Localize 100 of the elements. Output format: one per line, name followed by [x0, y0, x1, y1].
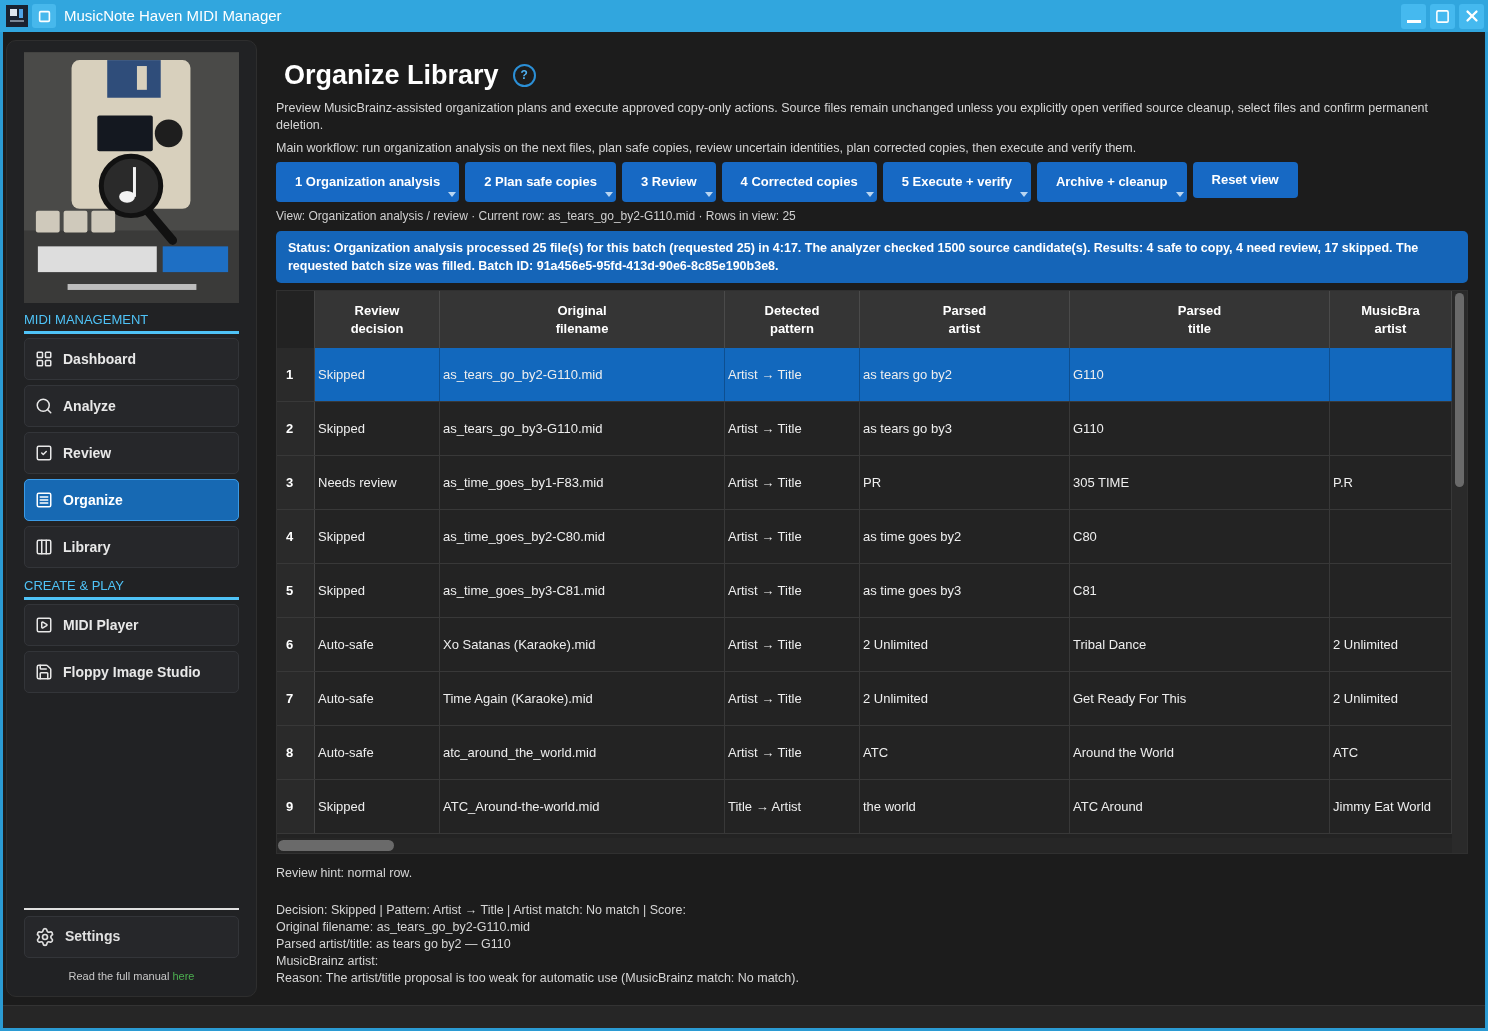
- table-cell: ATC_Around-the-world.mid: [440, 780, 725, 833]
- floppy-icon: [35, 663, 53, 681]
- table-cell: G110: [1070, 348, 1330, 401]
- table-cell: Artist → Title: [725, 564, 860, 617]
- help-icon[interactable]: ?: [512, 63, 536, 87]
- table-cell: Needs review: [315, 456, 440, 509]
- vertical-scrollbar[interactable]: [1452, 291, 1467, 853]
- table-cell: Tribal Dance: [1070, 618, 1330, 671]
- checkbox-icon: [35, 444, 53, 462]
- table-cell: as_tears_go_by2-G110.mid: [440, 348, 725, 401]
- maximize-icon: [1435, 8, 1450, 24]
- table-cell: Artist → Title: [725, 456, 860, 509]
- table-cell: Auto-safe: [315, 618, 440, 671]
- detail-line: Reason: The artist/title proposal is too weak for automatic use (MusicBrainz match: No match).: [276, 969, 800, 987]
- row-number: 5: [277, 564, 315, 617]
- table-cell: Get Ready For This: [1070, 672, 1330, 725]
- nav-item[interactable]: Analyze: [24, 385, 239, 427]
- menu-button[interactable]: 2 Plan safe copies: [465, 162, 616, 202]
- grid-icon: [35, 350, 53, 368]
- row-number: 6: [277, 618, 315, 671]
- caret-icon: [1019, 192, 1028, 197]
- nav-item[interactable]: Organize: [24, 479, 239, 521]
- status-banner: Status: Organization analysis processed 25 file(s) for this batch (requested 25) in 4:17. The analyzer checked 1500 source candidate(s). Results: 4 safe to copy, 4 need review, 17 skipped. The requested batch size was filled. Batch ID: 91a456e5-95fd-413d-90e6-8c85e190b3e8.: [276, 231, 1468, 283]
- table-cell: Artist → Title: [725, 672, 860, 725]
- table-cell: Time Again (Karaoke).mid: [440, 672, 725, 725]
- nav-item[interactable]: MIDI Player: [24, 604, 239, 646]
- nav-item[interactable]: Dashboard: [24, 338, 239, 380]
- nav-item[interactable]: Library: [24, 526, 239, 568]
- table-cell: Around the World: [1070, 726, 1330, 779]
- table-cell: Skipped: [315, 348, 440, 401]
- menu-button[interactable]: 1 Organization analysis: [276, 162, 460, 202]
- table-cell: as_time_goes_by2-C80.mid: [440, 510, 725, 563]
- maximize-button[interactable]: [1430, 3, 1455, 29]
- window-icon[interactable]: [32, 4, 56, 28]
- detail-line: MusicBrainz artist:: [276, 952, 380, 970]
- table-cell: as time goes by3: [860, 564, 1070, 617]
- columns-icon: [35, 538, 53, 556]
- section-heading: CREATE & PLAY: [24, 578, 125, 594]
- detail-line: Original filename: as_tears_go_by2-G110.mid: [276, 918, 532, 936]
- nav-item[interactable]: Floppy Image Studio: [24, 651, 239, 693]
- table-cell: Skipped: [315, 780, 440, 833]
- scrollbar-thumb[interactable]: [278, 840, 394, 851]
- table-cell: as tears go by3: [860, 402, 1070, 455]
- menu-button[interactable]: 4 Corrected copies: [721, 162, 877, 202]
- close-button[interactable]: [1459, 3, 1484, 29]
- table-cell: the world: [860, 780, 1070, 833]
- description-text: Preview MusicBrainz-assisted organization plans and execute approved copy-only actions. Source files remain unchanged unless you explicitly open verified source cleanup, select files and confirm permanent deletion.: [276, 100, 1429, 134]
- detail-line: Decision: Skipped | Pattern: Artist → Title | Artist match: No match | Score:: [276, 901, 687, 919]
- settings-button[interactable]: Settings: [24, 915, 239, 958]
- table-cell: C80: [1070, 510, 1330, 563]
- search-icon: [35, 397, 53, 415]
- view-info: View: Organization analysis / review · Current row: as_tears_go_by2-G110.mid · Rows in view: 25: [276, 208, 797, 225]
- table-row[interactable]: 2 Skipped as_tears_go_by3-G110.mid Artist → Title as tears go by3 G110: [277, 402, 1452, 456]
- table-cell: Artist → Title: [725, 726, 860, 779]
- minimize-button[interactable]: [1401, 3, 1426, 29]
- caret-icon: [704, 192, 713, 197]
- table-cell: Auto-safe: [315, 726, 440, 779]
- manual-link[interactable]: here: [172, 969, 195, 982]
- section-heading: MIDI MANAGEMENT: [24, 312, 150, 328]
- table-row[interactable]: 4 Skipped as_time_goes_by2-C80.mid Artist → Title as time goes by2 C80: [277, 510, 1452, 564]
- table-cell: Artist → Title: [725, 510, 860, 563]
- table-cell: atc_around_the_world.mid: [440, 726, 725, 779]
- menu-button[interactable]: 3 Review: [621, 162, 716, 202]
- review-hint: Review hint: normal row.: [276, 865, 414, 882]
- table-cell: 2 Unlimited: [860, 672, 1070, 725]
- scrollbar-thumb[interactable]: [1455, 293, 1464, 487]
- table-cell: as_time_goes_by3-C81.mid: [440, 564, 725, 617]
- table-row[interactable]: 3 Needs review as_time_goes_by1-F83.mid Artist → Title PR 305 TIME P.R: [277, 456, 1452, 510]
- table-cell: PR: [860, 456, 1070, 509]
- table-row[interactable]: 7 Auto-safe Time Again (Karaoke).mid Artist → Title 2 Unlimited Get Ready For This 2 Unlimited: [277, 672, 1452, 726]
- table-row[interactable]: 8 Auto-safe atc_around_the_world.mid Artist → Title ATC Around the World ATC: [277, 726, 1452, 780]
- row-number: 4: [277, 510, 315, 563]
- table-cell: G110: [1070, 402, 1330, 455]
- table-row[interactable]: 6 Auto-safe Xo Satanas (Karaoke).mid Artist → Title 2 Unlimited Tribal Dance 2 Unlimited: [277, 618, 1452, 672]
- table-cell: 305 TIME: [1070, 456, 1330, 509]
- action-button[interactable]: Reset view: [1192, 162, 1298, 198]
- row-number: 3: [277, 456, 315, 509]
- row-number: 9: [277, 780, 315, 833]
- table-cell: ATC: [860, 726, 1070, 779]
- nav-item[interactable]: Review: [24, 432, 239, 474]
- play-icon: [35, 616, 53, 634]
- table-cell: Skipped: [315, 564, 440, 617]
- caret-icon: [1175, 192, 1184, 197]
- caret-icon: [604, 192, 613, 197]
- row-number: 2: [277, 402, 315, 455]
- table-row[interactable]: 9 Skipped ATC_Around-the-world.mid Title → Artist the world ATC Around Jimmy Eat World: [277, 780, 1452, 834]
- list-icon: [35, 491, 53, 509]
- table-cell: Skipped: [315, 402, 440, 455]
- menu-button[interactable]: 5 Execute + verify: [882, 162, 1031, 202]
- settings-icon: [35, 926, 55, 947]
- table-row[interactable]: 5 Skipped as_time_goes_by3-C81.mid Artist → Title as time goes by3 C81: [277, 564, 1452, 618]
- table-row[interactable]: 1 Skipped as_tears_go_by2-G110.mid Artist → Title as tears go by2 G110: [277, 348, 1452, 402]
- caret-icon: [448, 192, 457, 197]
- minimize-icon: [1406, 19, 1421, 23]
- menu-button[interactable]: Archive + cleanup: [1036, 162, 1187, 202]
- table-cell: Xo Satanas (Karaoke).mid: [440, 618, 725, 671]
- table-cell: as_tears_go_by3-G110.mid: [440, 402, 725, 455]
- row-number: 7: [277, 672, 315, 725]
- table-cell: Artist → Title: [725, 618, 860, 671]
- table-cell: ATC Around: [1070, 780, 1330, 833]
